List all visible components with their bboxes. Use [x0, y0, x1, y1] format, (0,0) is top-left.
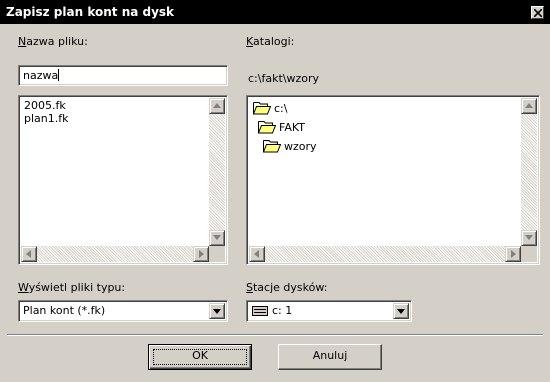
scroll-right-button[interactable]	[193, 246, 209, 262]
close-icon	[534, 9, 542, 17]
separator	[7, 334, 543, 336]
file-list-item[interactable]: 2005.fk	[24, 99, 69, 112]
file-name-input[interactable]: nazwa	[18, 65, 228, 86]
scroll-down-button[interactable]	[209, 230, 225, 246]
drive-dropdown-button[interactable]	[393, 303, 409, 319]
file-name-value: nazwa	[23, 69, 59, 82]
file-list[interactable]: 2005.fk plan1.fk	[18, 95, 228, 265]
directory-tree[interactable]: c:\ FAKT wzory	[246, 95, 540, 265]
file-type-label-text: yświetl pliki typu:	[28, 281, 126, 294]
directories-label-text: atalogi:	[253, 35, 295, 48]
file-name-label: Nazwa pliku:	[18, 35, 88, 48]
file-type-dropdown-button[interactable]	[209, 303, 225, 319]
text-caret	[58, 69, 60, 81]
file-list-item[interactable]: plan1.fk	[24, 112, 69, 125]
open-folder-icon	[253, 102, 271, 115]
cancel-button-label: Anuluj	[312, 349, 348, 362]
chevron-down-icon	[213, 309, 221, 314]
file-type-label: Wyświetl pliki typu:	[18, 281, 125, 294]
directory-name: c:\	[274, 102, 288, 115]
directory-name: wzory	[284, 140, 317, 153]
file-list-vertical-scrollbar[interactable]	[209, 98, 225, 246]
arrow-down-icon	[213, 235, 221, 240]
drive-icon	[252, 306, 268, 316]
directory-name: FAKT	[279, 121, 305, 134]
scroll-right-button[interactable]	[505, 246, 521, 262]
arrow-up-icon	[525, 103, 533, 108]
drives-label-text: tacje dysków:	[252, 281, 328, 294]
directories-label: Katalogi:	[246, 35, 294, 48]
file-type-label-accel: W	[18, 281, 29, 294]
arrow-left-icon	[26, 250, 31, 258]
file-type-select[interactable]: Plan kont (*.fk)	[18, 300, 228, 322]
directory-vertical-scrollbar[interactable]	[521, 98, 537, 246]
current-path: c:\fakt\wzory	[248, 72, 319, 85]
focus-rectangle	[153, 349, 247, 365]
open-folder-icon	[263, 140, 281, 153]
arrow-right-icon	[199, 250, 204, 258]
arrow-left-icon	[254, 250, 259, 258]
scrollbar-corner	[521, 246, 537, 262]
arrow-right-icon	[511, 250, 516, 258]
scroll-up-button[interactable]	[521, 98, 537, 114]
chevron-down-icon	[397, 309, 405, 314]
drive-select[interactable]: c: 1	[246, 300, 412, 322]
scroll-left-button[interactable]	[249, 246, 265, 262]
scroll-left-button[interactable]	[21, 246, 37, 262]
directory-horizontal-scrollbar[interactable]	[249, 246, 521, 262]
save-chart-of-accounts-dialog: Zapisz plan kont na dysk Nazwa pliku: na…	[0, 0, 550, 382]
drives-label-accel: S	[246, 281, 253, 294]
cancel-button[interactable]: Anuluj	[278, 344, 382, 370]
directories-label-accel: K	[246, 35, 254, 48]
file-list-horizontal-scrollbar[interactable]	[21, 246, 209, 262]
file-name-label-accel: N	[18, 35, 27, 48]
file-name-label-text: azwa pliku:	[26, 35, 88, 48]
title-bar[interactable]: Zapisz plan kont na dysk	[0, 0, 550, 24]
close-button[interactable]	[531, 6, 544, 19]
file-type-value: Plan kont (*.fk)	[23, 304, 106, 317]
drives-label: Stacje dysków:	[246, 281, 327, 294]
scroll-down-button[interactable]	[521, 230, 537, 246]
scroll-up-button[interactable]	[209, 98, 225, 114]
scrollbar-corner	[209, 246, 225, 262]
arrow-down-icon	[525, 235, 533, 240]
drive-value: c: 1	[272, 304, 293, 317]
arrow-up-icon	[213, 103, 221, 108]
window-title: Zapisz plan kont na dysk	[6, 5, 175, 19]
ok-button[interactable]: OK	[148, 344, 252, 370]
open-folder-icon	[258, 121, 276, 134]
